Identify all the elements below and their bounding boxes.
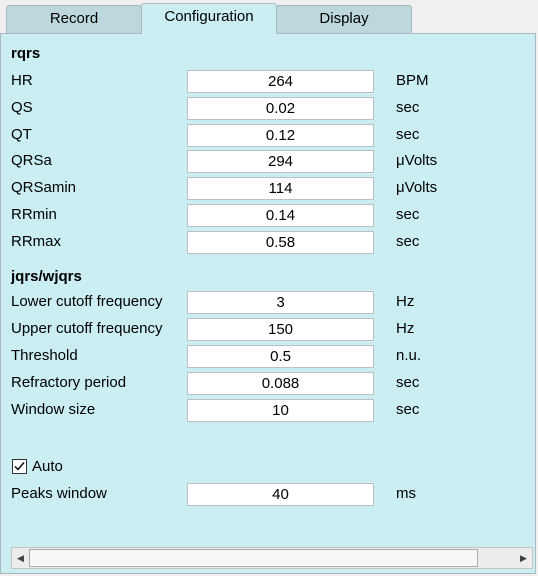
horizontal-scrollbar[interactable]: ◀ ▶ xyxy=(11,547,533,569)
qrsamin-unit: μVolts xyxy=(396,179,438,196)
qrsa-unit: μVolts xyxy=(396,152,438,169)
window-size-unit: sec xyxy=(396,401,420,418)
threshold-label: Threshold xyxy=(11,347,78,364)
hr-input[interactable] xyxy=(187,70,374,93)
refractory-input[interactable] xyxy=(187,372,374,395)
threshold-input[interactable] xyxy=(187,345,374,368)
qs-label: QS xyxy=(11,99,33,116)
tab-configuration[interactable]: Configuration xyxy=(141,3,277,34)
qrsa-row: QRSa μVolts xyxy=(1,150,537,174)
rrmax-row: RRmax sec xyxy=(1,231,537,255)
lower-cutoff-unit: Hz xyxy=(396,293,415,310)
arrow-right-icon[interactable]: ▶ xyxy=(515,548,532,568)
rrmin-label: RRmin xyxy=(11,206,57,223)
upper-cutoff-input[interactable] xyxy=(187,318,374,341)
scroll-track[interactable] xyxy=(29,548,515,568)
refractory-unit: sec xyxy=(396,374,420,391)
scroll-thumb[interactable] xyxy=(29,549,478,567)
qrsamin-label: QRSamin xyxy=(11,179,77,196)
rrmax-label: RRmax xyxy=(11,233,62,250)
qrsa-input[interactable] xyxy=(187,150,374,173)
rqrs-section-title: rqrs xyxy=(11,45,41,62)
qt-label: QT xyxy=(11,126,32,143)
refractory-row: Refractory period sec xyxy=(1,372,537,396)
qs-row: QS sec xyxy=(1,97,537,121)
peaks-window-input[interactable] xyxy=(187,483,374,506)
lower-cutoff-label: Lower cutoff frequency xyxy=(11,293,163,310)
rrmin-row: RRmin sec xyxy=(1,204,537,228)
qs-unit: sec xyxy=(396,99,420,116)
peaks-window-label: Peaks window xyxy=(11,485,107,502)
hr-label: HR xyxy=(11,72,33,89)
config-window: Record Display Configuration rqrs HR BPM… xyxy=(0,0,538,576)
upper-cutoff-label: Upper cutoff frequency xyxy=(11,320,163,337)
upper-cutoff-unit: Hz xyxy=(396,320,415,337)
threshold-row: Threshold n.u. xyxy=(1,345,537,369)
auto-option[interactable]: Auto xyxy=(11,458,211,478)
arrow-left-icon[interactable]: ◀ xyxy=(12,548,29,568)
hr-row: HR BPM xyxy=(1,70,537,94)
window-size-row: Window size sec xyxy=(1,399,537,423)
peaks-window-row: Peaks window ms xyxy=(1,483,537,507)
qt-input[interactable] xyxy=(187,124,374,147)
window-size-input[interactable] xyxy=(187,399,374,422)
refractory-label: Refractory period xyxy=(11,374,127,391)
rrmin-unit: sec xyxy=(396,206,420,223)
tab-display[interactable]: Display xyxy=(276,5,412,33)
threshold-unit: n.u. xyxy=(396,347,422,364)
qrsamin-row: QRSamin μVolts xyxy=(1,177,537,201)
lower-cutoff-row: Lower cutoff frequency Hz xyxy=(1,291,537,315)
tab-strip: Record Display Configuration xyxy=(0,0,538,34)
rrmin-input[interactable] xyxy=(187,204,374,227)
rrmax-unit: sec xyxy=(396,233,420,250)
qt-row: QT sec xyxy=(1,124,537,148)
checkmark-icon xyxy=(14,462,25,471)
qrsa-label: QRSa xyxy=(11,152,52,169)
tab-record[interactable]: Record xyxy=(6,5,142,33)
auto-label: Auto xyxy=(32,458,63,475)
configuration-panel: rqrs HR BPM QS sec QT sec QRSa μVolts QR… xyxy=(0,33,536,574)
qrsamin-input[interactable] xyxy=(187,177,374,200)
auto-checkbox[interactable] xyxy=(12,459,27,474)
lower-cutoff-input[interactable] xyxy=(187,291,374,314)
qs-input[interactable] xyxy=(187,97,374,120)
peaks-window-unit: ms xyxy=(396,485,416,502)
jqrs-section-title: jqrs/wjqrs xyxy=(11,268,82,285)
hr-unit: BPM xyxy=(396,72,429,89)
rrmax-input[interactable] xyxy=(187,231,374,254)
window-size-label: Window size xyxy=(11,401,96,418)
qt-unit: sec xyxy=(396,126,420,143)
upper-cutoff-row: Upper cutoff frequency Hz xyxy=(1,318,537,342)
